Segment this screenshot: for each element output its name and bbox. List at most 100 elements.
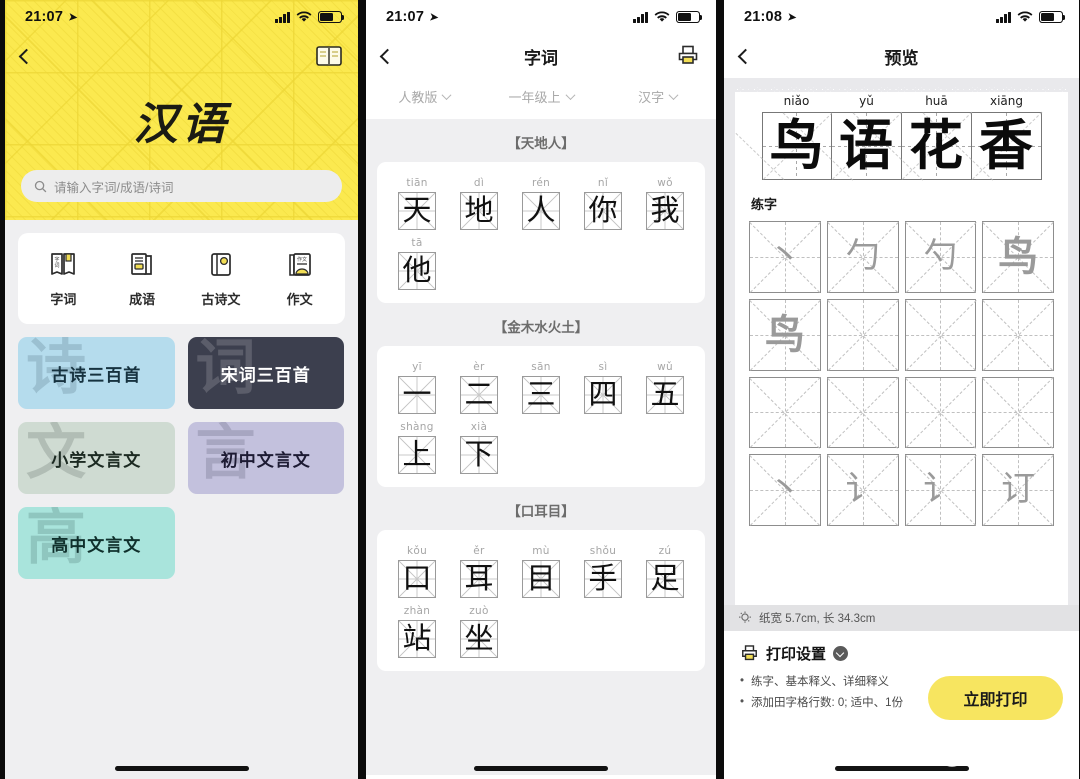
char-cell-empty	[634, 598, 696, 658]
vertical-guide	[862, 377, 864, 448]
tianzige-box: 花	[852, 111, 973, 181]
location-arrow-icon: ➤	[428, 9, 440, 25]
hero-header: 21:07 ➤ 汉语 请输入字词/成语/诗词	[5, 0, 358, 220]
printer-icon[interactable]	[676, 44, 700, 68]
tile-xiaoxue-wenyanwen[interactable]: 文 小学文言文	[18, 422, 175, 494]
composition-book-icon: 作文	[288, 253, 311, 276]
battery-icon	[676, 11, 703, 23]
cellular-signal-icon	[275, 11, 290, 23]
tile-chuzhong-wenyanwen[interactable]: 言 初中文言文	[187, 422, 344, 494]
phone-screen-charlist: 21:07 ➤ 字词 人教版 一年级上 汉字 【天地人】 tiān 天 dì 地…	[366, 0, 716, 779]
shortcut-zici[interactable]: 字 词 字词	[24, 250, 103, 308]
hanzi-character: 耳	[464, 562, 494, 595]
pinyin-label: ěr	[473, 545, 485, 557]
char-row: shàng 上 xià 下	[386, 414, 696, 474]
char-cell[interactable]: zú 足	[634, 538, 696, 598]
tile-label: 宋词三百首	[220, 365, 311, 385]
pinyin-label: rén	[531, 177, 551, 189]
char-cell-empty	[572, 598, 634, 658]
char-cell[interactable]: sān 三	[510, 354, 572, 414]
char-cell[interactable]: tā 他	[386, 230, 448, 290]
hanzi-character: 一	[402, 378, 432, 411]
vertical-guide	[1018, 377, 1020, 448]
status-bar: 21:08 ➤	[724, 0, 1079, 34]
char-cell[interactable]: shàng 上	[386, 414, 448, 474]
newspaper-icon	[131, 253, 152, 275]
pinyin-label: wǒ	[657, 177, 673, 189]
tianzige-box: 口	[398, 560, 436, 598]
chevron-down-icon	[441, 90, 452, 101]
practice-cell	[982, 298, 1054, 371]
hanzi-character: 足	[650, 562, 680, 595]
preview-word-cell: niǎo 鸟	[735, 94, 833, 180]
list-item: 添加田字格行数: 0; 适中、1份	[740, 694, 918, 713]
print-settings-header[interactable]: 打印设置	[740, 643, 1063, 664]
nav-bar: 字词	[366, 34, 716, 78]
filter-grade[interactable]: 一年级上	[483, 87, 600, 106]
practice-cell	[982, 376, 1054, 449]
hanzi-character: 花	[909, 116, 963, 176]
chevron-left-icon[interactable]	[379, 48, 396, 64]
shortcut-gushiwen[interactable]: 古诗文	[182, 250, 261, 308]
page-title: 汉语	[133, 100, 230, 149]
char-cell[interactable]: zuò 坐	[448, 598, 510, 658]
practice-character: 鸟	[764, 311, 805, 357]
char-cell[interactable]: tiān 天	[386, 170, 448, 230]
filter-type[interactable]: 汉字	[599, 87, 716, 106]
char-cell[interactable]: èr 二	[448, 354, 510, 414]
print-now-button[interactable]: 立即打印	[928, 676, 1063, 720]
tile-gushi300[interactable]: 诗 古诗三百首	[18, 337, 175, 409]
hanzi-character: 五	[650, 378, 680, 411]
char-cell[interactable]: xià 下	[448, 414, 510, 474]
practice-cell: 讠	[904, 454, 977, 526]
char-cell[interactable]: kǒu 口	[386, 538, 448, 598]
filter-label: 汉字	[638, 90, 665, 105]
char-cell[interactable]: zhàn 站	[386, 598, 448, 658]
char-cell[interactable]: wǔ 五	[634, 354, 696, 414]
status-bar-left: 21:07 ➤	[386, 9, 440, 25]
char-cell[interactable]: ěr 耳	[448, 538, 510, 598]
tile-label: 古诗三百首	[51, 365, 142, 385]
print-settings-title: 打印设置	[766, 646, 827, 663]
print-settings-body: 练字、基本释义、详细释义 添加田字格行数: 0; 适中、1份 立即打印	[740, 673, 1063, 720]
char-cell[interactable]: wǒ 我	[634, 170, 696, 230]
char-cell-empty	[448, 230, 510, 290]
filter-publisher[interactable]: 人教版	[366, 87, 483, 106]
charlist-body[interactable]: 【天地人】 tiān 天 dì 地 rén 人 nǐ 你 wǒ 我 tā 他 【金木水火土】 yī 一 è…	[366, 119, 716, 775]
char-cell[interactable]: sì 四	[572, 354, 634, 414]
tile-songci300[interactable]: 词 宋词三百首	[187, 337, 344, 409]
char-row: zhàn 站 zuò 坐	[386, 598, 696, 658]
char-cell[interactable]: shǒu 手	[572, 538, 634, 598]
char-cell[interactable]: mù 目	[510, 538, 572, 598]
shortcut-zuowen[interactable]: 作文 作文	[260, 250, 339, 308]
practice-character: 丶	[767, 471, 802, 509]
status-time: 21:07	[386, 9, 425, 25]
phone-screen-home: 21:07 ➤ 汉语 请输入字词/成语/诗词 字 词 字词 成语 古诗文 作文 …	[5, 0, 358, 779]
char-cell[interactable]: dì 地	[448, 170, 510, 230]
hanzi-character: 二	[464, 378, 494, 411]
shortcut-label: 古诗文	[201, 292, 241, 307]
chevron-left-icon[interactable]	[737, 48, 754, 64]
char-cell[interactable]: nǐ 你	[572, 170, 634, 230]
tianzige-box: 坐	[460, 620, 498, 658]
status-bar: 21:07 ➤	[366, 0, 716, 34]
practice-character: 勹	[845, 237, 880, 275]
tile-gaozhong-wenyanwen[interactable]: 高 高中文言文	[18, 507, 175, 579]
vertical-guide	[940, 299, 942, 370]
pinyin-label: niǎo	[783, 94, 810, 108]
char-cell[interactable]: rén 人	[510, 170, 572, 230]
chevron-left-icon[interactable]	[18, 48, 35, 64]
search-input[interactable]: 请输入字词/成语/诗词	[21, 170, 342, 202]
practice-cell: 鸟	[982, 221, 1054, 293]
wifi-icon	[1017, 11, 1033, 23]
practice-cell: 鸟	[749, 298, 821, 371]
tile-label: 初中文言文	[220, 450, 311, 470]
chevron-down-circle-icon[interactable]	[833, 646, 849, 661]
char-cell[interactable]: yī 一	[386, 354, 448, 414]
shortcut-chengyu[interactable]: 成语	[103, 250, 182, 308]
open-book-icon[interactable]	[316, 45, 342, 67]
tianzige-box: 一	[398, 376, 436, 414]
chevron-down-icon	[668, 90, 679, 101]
panel-divider	[358, 0, 366, 779]
pinyin-label: sān	[531, 361, 551, 373]
